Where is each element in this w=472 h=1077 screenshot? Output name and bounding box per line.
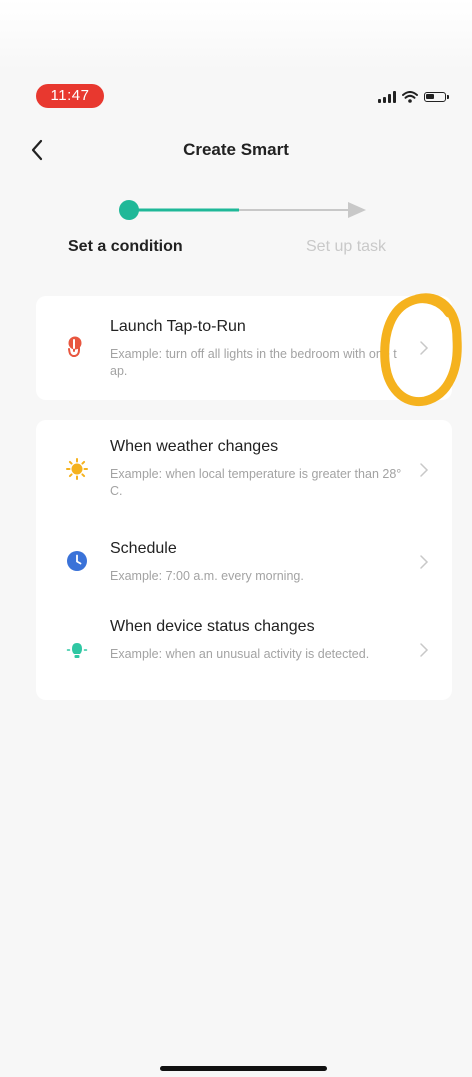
bulb-icon [66,643,88,658]
step-dot-icon [119,200,139,220]
clock-icon [67,551,87,571]
battery-icon [424,92,449,102]
arrow-right-icon [348,202,366,218]
condition-list-card: When weather changes Example: when local… [36,420,452,700]
chevron-right-icon [420,555,429,569]
chevron-right-icon [420,643,429,657]
signal-icon [378,91,396,103]
tap-hand-icon [68,336,82,357]
sun-icon [66,458,88,480]
wifi-icon [402,91,418,103]
top-background [0,0,472,70]
condition-title: Launch Tap-to-Run [110,318,246,335]
condition-description: Example: when local temperature is great… [110,467,402,498]
step-label-active: Set a condition [68,238,183,255]
home-indicator [160,1066,327,1071]
step-label-inactive: Set up task [306,238,387,255]
condition-item-schedule[interactable]: Schedule Example: 7:00 a.m. every mornin… [36,522,452,602]
condition-item-device-status[interactable]: When device status changes Example: when… [36,602,452,700]
condition-description: Example: turn off all lights in the bedr… [110,347,397,378]
status-icons [378,88,449,106]
condition-title: Schedule [110,540,177,557]
condition-description: Example: when an unusual activity is det… [110,647,370,661]
chevron-right-icon [420,463,429,477]
circle-annotation-icon [380,293,462,407]
condition-title: When weather changes [110,438,279,455]
condition-item-weather[interactable]: When weather changes Example: when local… [36,420,452,522]
condition-title: When device status changes [110,618,315,635]
condition-description: Example: 7:00 a.m. every morning. [110,569,304,583]
page-title: Create Smart [183,140,289,159]
status-time-badge: 11:47 [36,84,104,108]
step-progress-bar [119,200,366,220]
